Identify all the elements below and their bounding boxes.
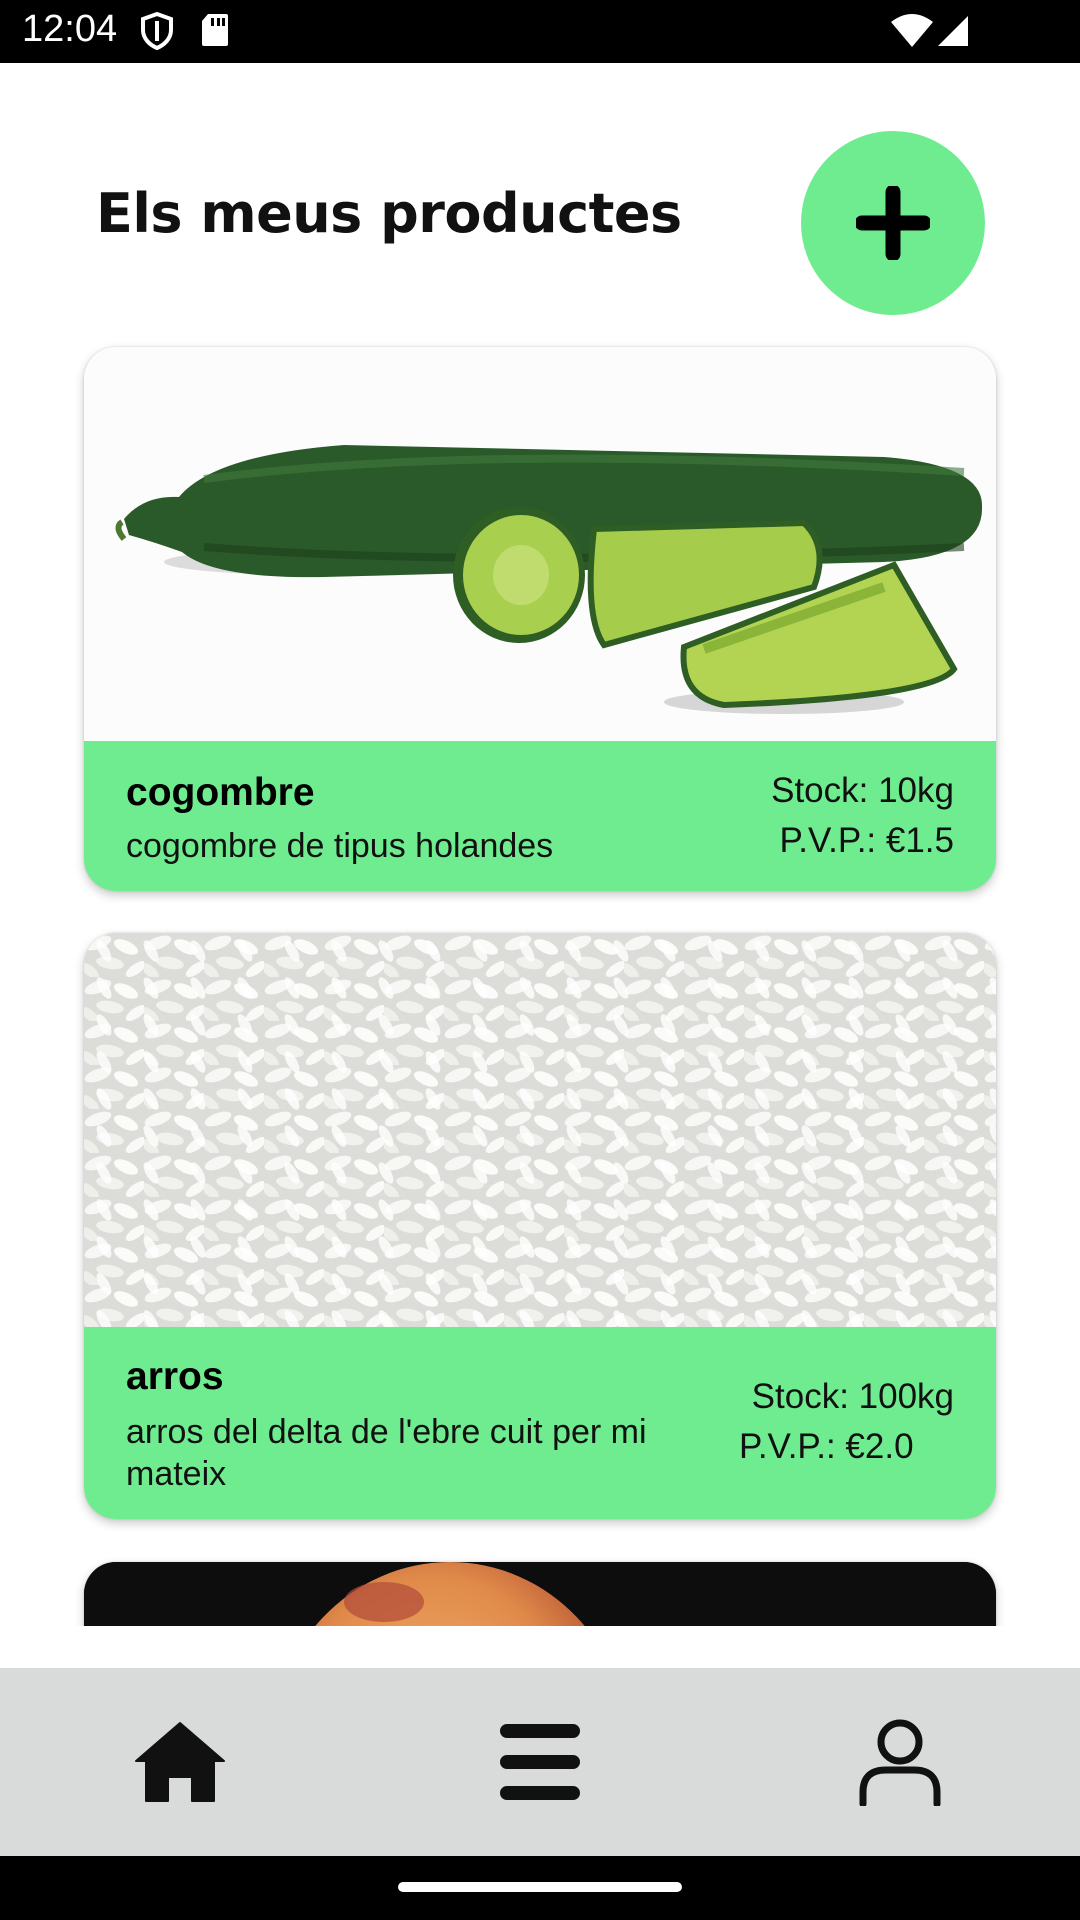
plus-icon	[856, 186, 930, 260]
status-time: 12:04	[22, 8, 118, 50]
product-name: arros	[126, 1355, 224, 1398]
home-icon	[135, 1722, 225, 1802]
cucumber-image	[84, 347, 996, 741]
profile-icon	[859, 1719, 941, 1806]
sd-card-icon	[200, 12, 230, 53]
nav-home[interactable]	[0, 1668, 360, 1856]
bottom-nav	[0, 1668, 1080, 1856]
product-stock: Stock: 10kg	[771, 771, 954, 810]
nav-profile[interactable]	[720, 1668, 1080, 1856]
product-card[interactable]: cogombre cogombre de tipus holandes Stoc…	[84, 347, 996, 891]
rice-image	[84, 933, 996, 1327]
product-price: P.V.P.: €1.5	[779, 821, 954, 860]
product-price: P.V.P.: €2.0	[739, 1427, 914, 1466]
status-bar: 12:04	[0, 0, 1080, 63]
gesture-bar	[0, 1856, 1080, 1920]
home-gesture-handle[interactable]	[398, 1882, 682, 1892]
product-description: cogombre de tipus holandes	[126, 827, 554, 865]
product-description: arros del delta de l'ebre cuit per mi ma…	[126, 1413, 647, 1493]
list-icon	[500, 1724, 580, 1800]
product-card[interactable]	[84, 1562, 996, 1626]
shield-icon	[140, 11, 174, 55]
product-name: cogombre	[126, 771, 315, 814]
product-info: cogombre cogombre de tipus holandes Stoc…	[84, 741, 996, 891]
product-stock: Stock: 100kg	[751, 1377, 954, 1416]
add-product-button[interactable]	[801, 131, 985, 315]
signal-icon	[936, 14, 970, 53]
nav-list[interactable]	[360, 1668, 720, 1856]
product-card[interactable]: arros arros del delta de l'ebre cuit per…	[84, 933, 996, 1519]
product-info: arros arros del delta de l'ebre cuit per…	[84, 1327, 996, 1519]
wifi-icon	[890, 14, 934, 53]
page-title: Els meus productes	[96, 182, 682, 245]
peach-image	[84, 1562, 996, 1626]
product-list[interactable]: cogombre cogombre de tipus holandes Stoc…	[0, 330, 1080, 1626]
